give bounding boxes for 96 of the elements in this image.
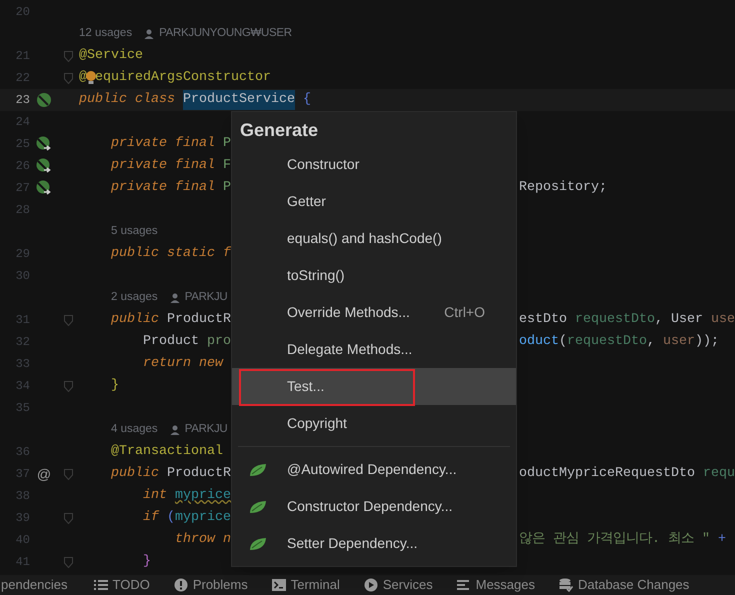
- injection-icon[interactable]: [36, 180, 52, 196]
- code-token: int: [142, 487, 168, 505]
- code-token: }: [110, 377, 119, 395]
- code-token: myprice: [174, 509, 231, 527]
- code-token: private final: [110, 179, 216, 197]
- code-token: Repository;: [519, 179, 607, 197]
- code-token: requestDto: [575, 311, 655, 329]
- database-icon: [558, 578, 573, 592]
- tool-window-button[interactable]: Messages: [456, 575, 535, 595]
- code-token: public: [110, 311, 160, 329]
- code-token: private final: [110, 157, 216, 175]
- fold-icon[interactable]: [64, 314, 73, 326]
- injection-icon[interactable]: [36, 136, 52, 152]
- usages-hint[interactable]: 5 usages: [111, 223, 158, 241]
- tool-window-button[interactable]: TODO: [94, 575, 150, 595]
- code-token: ,: [646, 333, 656, 351]
- author-hint[interactable]: PARKJU: [184, 289, 228, 307]
- play-icon: [364, 578, 378, 592]
- person-icon: [144, 29, 154, 39]
- line-number: 23: [14, 92, 30, 109]
- code-token: oduct: [519, 333, 559, 351]
- menu-item[interactable]: Constructor Dependency...: [232, 488, 516, 525]
- code-token: public static f: [110, 245, 231, 263]
- exclamation-icon: [174, 578, 188, 592]
- code-token: ProductR: [166, 311, 231, 329]
- code-token: myprice: [174, 487, 231, 505]
- menu-item[interactable]: Copyright: [232, 405, 516, 442]
- popup-title: Generate: [239, 119, 320, 142]
- usages-hint[interactable]: 2 usages: [111, 289, 158, 307]
- lightbulb-icon[interactable]: [87, 70, 95, 86]
- code-token: estDto: [519, 311, 568, 329]
- menu-item[interactable]: Test...: [232, 368, 516, 405]
- terminal-icon: [272, 579, 286, 591]
- code-token: @: [79, 69, 87, 87]
- code-token: return new: [142, 355, 223, 373]
- author-hint[interactable]: PARKJUNYOUNG₩USER: [159, 25, 292, 43]
- tool-window-button[interactable]: pendencies: [1, 575, 68, 595]
- code-token: (: [559, 333, 567, 351]
- tool-window-button[interactable]: Database Changes: [558, 575, 690, 595]
- tool-window-button[interactable]: Services: [364, 575, 433, 595]
- code-token: P: [222, 179, 231, 197]
- tool-window-button[interactable]: Problems: [174, 575, 248, 595]
- code-token: }: [142, 553, 151, 571]
- code-token: public class: [79, 91, 176, 109]
- fold-icon[interactable]: [64, 512, 73, 524]
- person-icon: [170, 293, 180, 303]
- fold-icon[interactable]: [64, 468, 73, 480]
- fold-icon[interactable]: [64, 556, 73, 568]
- code-token: P: [222, 135, 231, 153]
- code-token: ));: [694, 333, 719, 351]
- fold-icon[interactable]: [64, 380, 73, 392]
- author-hint[interactable]: PARKJU: [184, 421, 228, 439]
- code-token: equiredArgsConstructor: [95, 69, 271, 87]
- leaf-icon: [248, 462, 266, 476]
- code-token: , User: [654, 311, 704, 329]
- fold-icon[interactable]: [64, 72, 73, 84]
- lines-icon: [456, 579, 471, 591]
- usages-hint[interactable]: 4 usages: [111, 421, 158, 439]
- tool-window-button[interactable]: Terminal: [272, 575, 340, 595]
- code-token: if: [142, 509, 160, 527]
- code-token: +: [718, 531, 726, 549]
- code-token: ProductR: [166, 465, 231, 483]
- code-token: ProductService: [182, 90, 295, 110]
- code-token: throw n: [174, 531, 231, 549]
- usages-hint[interactable]: 12 usages: [79, 25, 132, 43]
- code-token: private final: [110, 135, 216, 153]
- bean-icon[interactable]: [36, 92, 52, 108]
- menu-item[interactable]: Getter: [232, 183, 516, 220]
- gutter-symbol[interactable]: @: [36, 464, 52, 484]
- list-icon: [94, 579, 108, 591]
- menu-item[interactable]: @Autowired Dependency...: [232, 451, 516, 488]
- code-token: requ: [702, 465, 735, 483]
- code-token: use: [710, 311, 735, 329]
- leaf-icon: [248, 536, 266, 550]
- code-token: public: [110, 465, 160, 483]
- menu-item[interactable]: Setter Dependency...: [232, 525, 516, 562]
- code-token: pro: [206, 333, 231, 351]
- code-token: F: [222, 157, 231, 175]
- fold-icon[interactable]: [64, 50, 73, 62]
- code-token: oductMypriceRequestDto: [519, 465, 696, 483]
- code-token: requestDto: [567, 333, 647, 351]
- menu-item[interactable]: toString(): [232, 257, 516, 294]
- code-token: @Service: [79, 47, 143, 65]
- leaf-icon: [248, 500, 266, 514]
- code-token: user: [662, 333, 695, 351]
- person-icon: [170, 425, 180, 435]
- menu-item[interactable]: Constructor: [232, 146, 516, 183]
- menu-item[interactable]: equals() and hashCode(): [232, 220, 516, 257]
- code-token: @Transactional: [110, 443, 223, 461]
- code-token: (: [166, 509, 175, 527]
- code-token: 않은 관심 가격입니다. 최소 ": [519, 530, 711, 549]
- injection-icon[interactable]: [36, 158, 52, 174]
- code-token: {: [302, 91, 311, 109]
- menu-item[interactable]: Override Methods... Ctrl+O: [232, 294, 516, 331]
- code-token: Product: [142, 333, 200, 351]
- menu-item[interactable]: Delegate Methods...: [232, 331, 516, 368]
